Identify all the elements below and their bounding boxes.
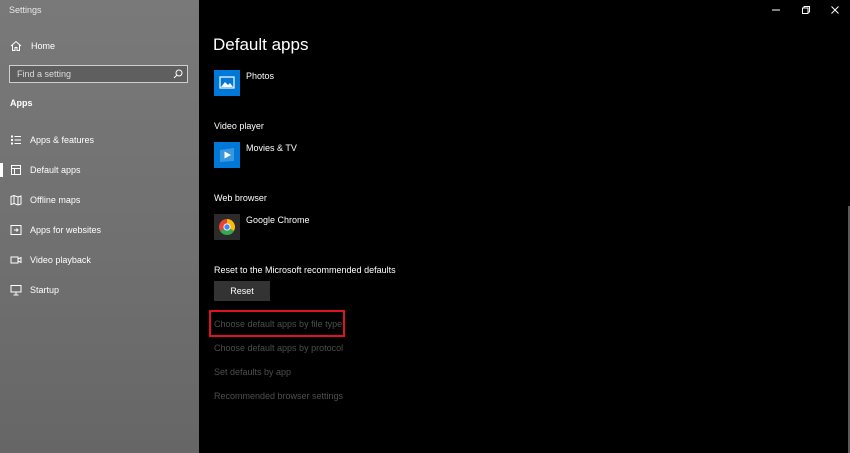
window-title: Settings (9, 5, 42, 15)
web-browser-label: Web browser (214, 193, 267, 203)
minimize-icon (772, 9, 780, 11)
close-button[interactable] (820, 0, 850, 20)
close-icon (831, 6, 839, 14)
movies-tv-app-icon (214, 142, 240, 168)
video-player-selector[interactable]: Movies & TV (214, 142, 414, 170)
sidebar-item-startup[interactable]: Startup (0, 275, 199, 305)
chrome-app-name: Google Chrome (246, 215, 310, 225)
photo-viewer-selector[interactable]: Photos (214, 70, 414, 98)
photos-app-name: Photos (246, 71, 275, 81)
list-icon (10, 134, 22, 146)
sidebar-item-default-apps[interactable]: Default apps (0, 155, 199, 185)
chrome-app-icon (214, 214, 240, 240)
search-icon[interactable] (173, 69, 183, 79)
web-browser-selector[interactable]: Google Chrome (214, 214, 414, 242)
startup-icon (10, 284, 22, 296)
home-nav[interactable]: Home (10, 38, 55, 54)
link-set-defaults-by-app[interactable]: Set defaults by app (214, 367, 291, 377)
sidebar-item-label: Video playback (30, 255, 91, 265)
reset-button[interactable]: Reset (214, 281, 270, 301)
search-box[interactable] (9, 65, 188, 83)
movies-tv-app-name: Movies & TV (246, 143, 297, 153)
sidebar: Settings Home Apps Apps & features (0, 0, 199, 453)
link-choose-by-protocol[interactable]: Choose default apps by protocol (214, 343, 343, 353)
sidebar-item-offline-maps[interactable]: Offline maps (0, 185, 199, 215)
sidebar-item-label: Apps & features (30, 135, 95, 145)
reset-label: Reset to the Microsoft recommended defau… (214, 265, 396, 275)
default-apps-icon (10, 164, 22, 176)
video-icon (10, 254, 22, 266)
main-content: Default apps Photos Video player Movies … (199, 0, 850, 453)
minimize-button[interactable] (761, 0, 791, 20)
section-label-apps: Apps (10, 98, 33, 108)
video-player-label: Video player (214, 121, 264, 131)
link-choose-by-file-type[interactable]: Choose default apps by file type (214, 319, 342, 329)
photos-app-icon (214, 70, 240, 96)
page-title: Default apps (213, 35, 309, 54)
sidebar-item-label: Default apps (30, 165, 81, 175)
home-icon (10, 40, 22, 51)
sidebar-item-apps-for-websites[interactable]: Apps for websites (0, 215, 199, 245)
link-recommended-browser-settings[interactable]: Recommended browser settings (214, 391, 343, 401)
sidebar-item-label: Startup (30, 285, 60, 295)
sidebar-item-apps-features[interactable]: Apps & features (0, 125, 199, 155)
restore-button[interactable] (791, 0, 821, 20)
sidebar-item-video-playback[interactable]: Video playback (0, 245, 199, 275)
sidebar-item-label: Offline maps (30, 195, 81, 205)
sidebar-item-label: Apps for websites (30, 225, 102, 235)
home-label: Home (31, 41, 56, 51)
search-input[interactable] (17, 69, 173, 79)
map-icon (10, 194, 22, 206)
link-app-icon (10, 224, 22, 236)
restore-icon (802, 6, 810, 14)
